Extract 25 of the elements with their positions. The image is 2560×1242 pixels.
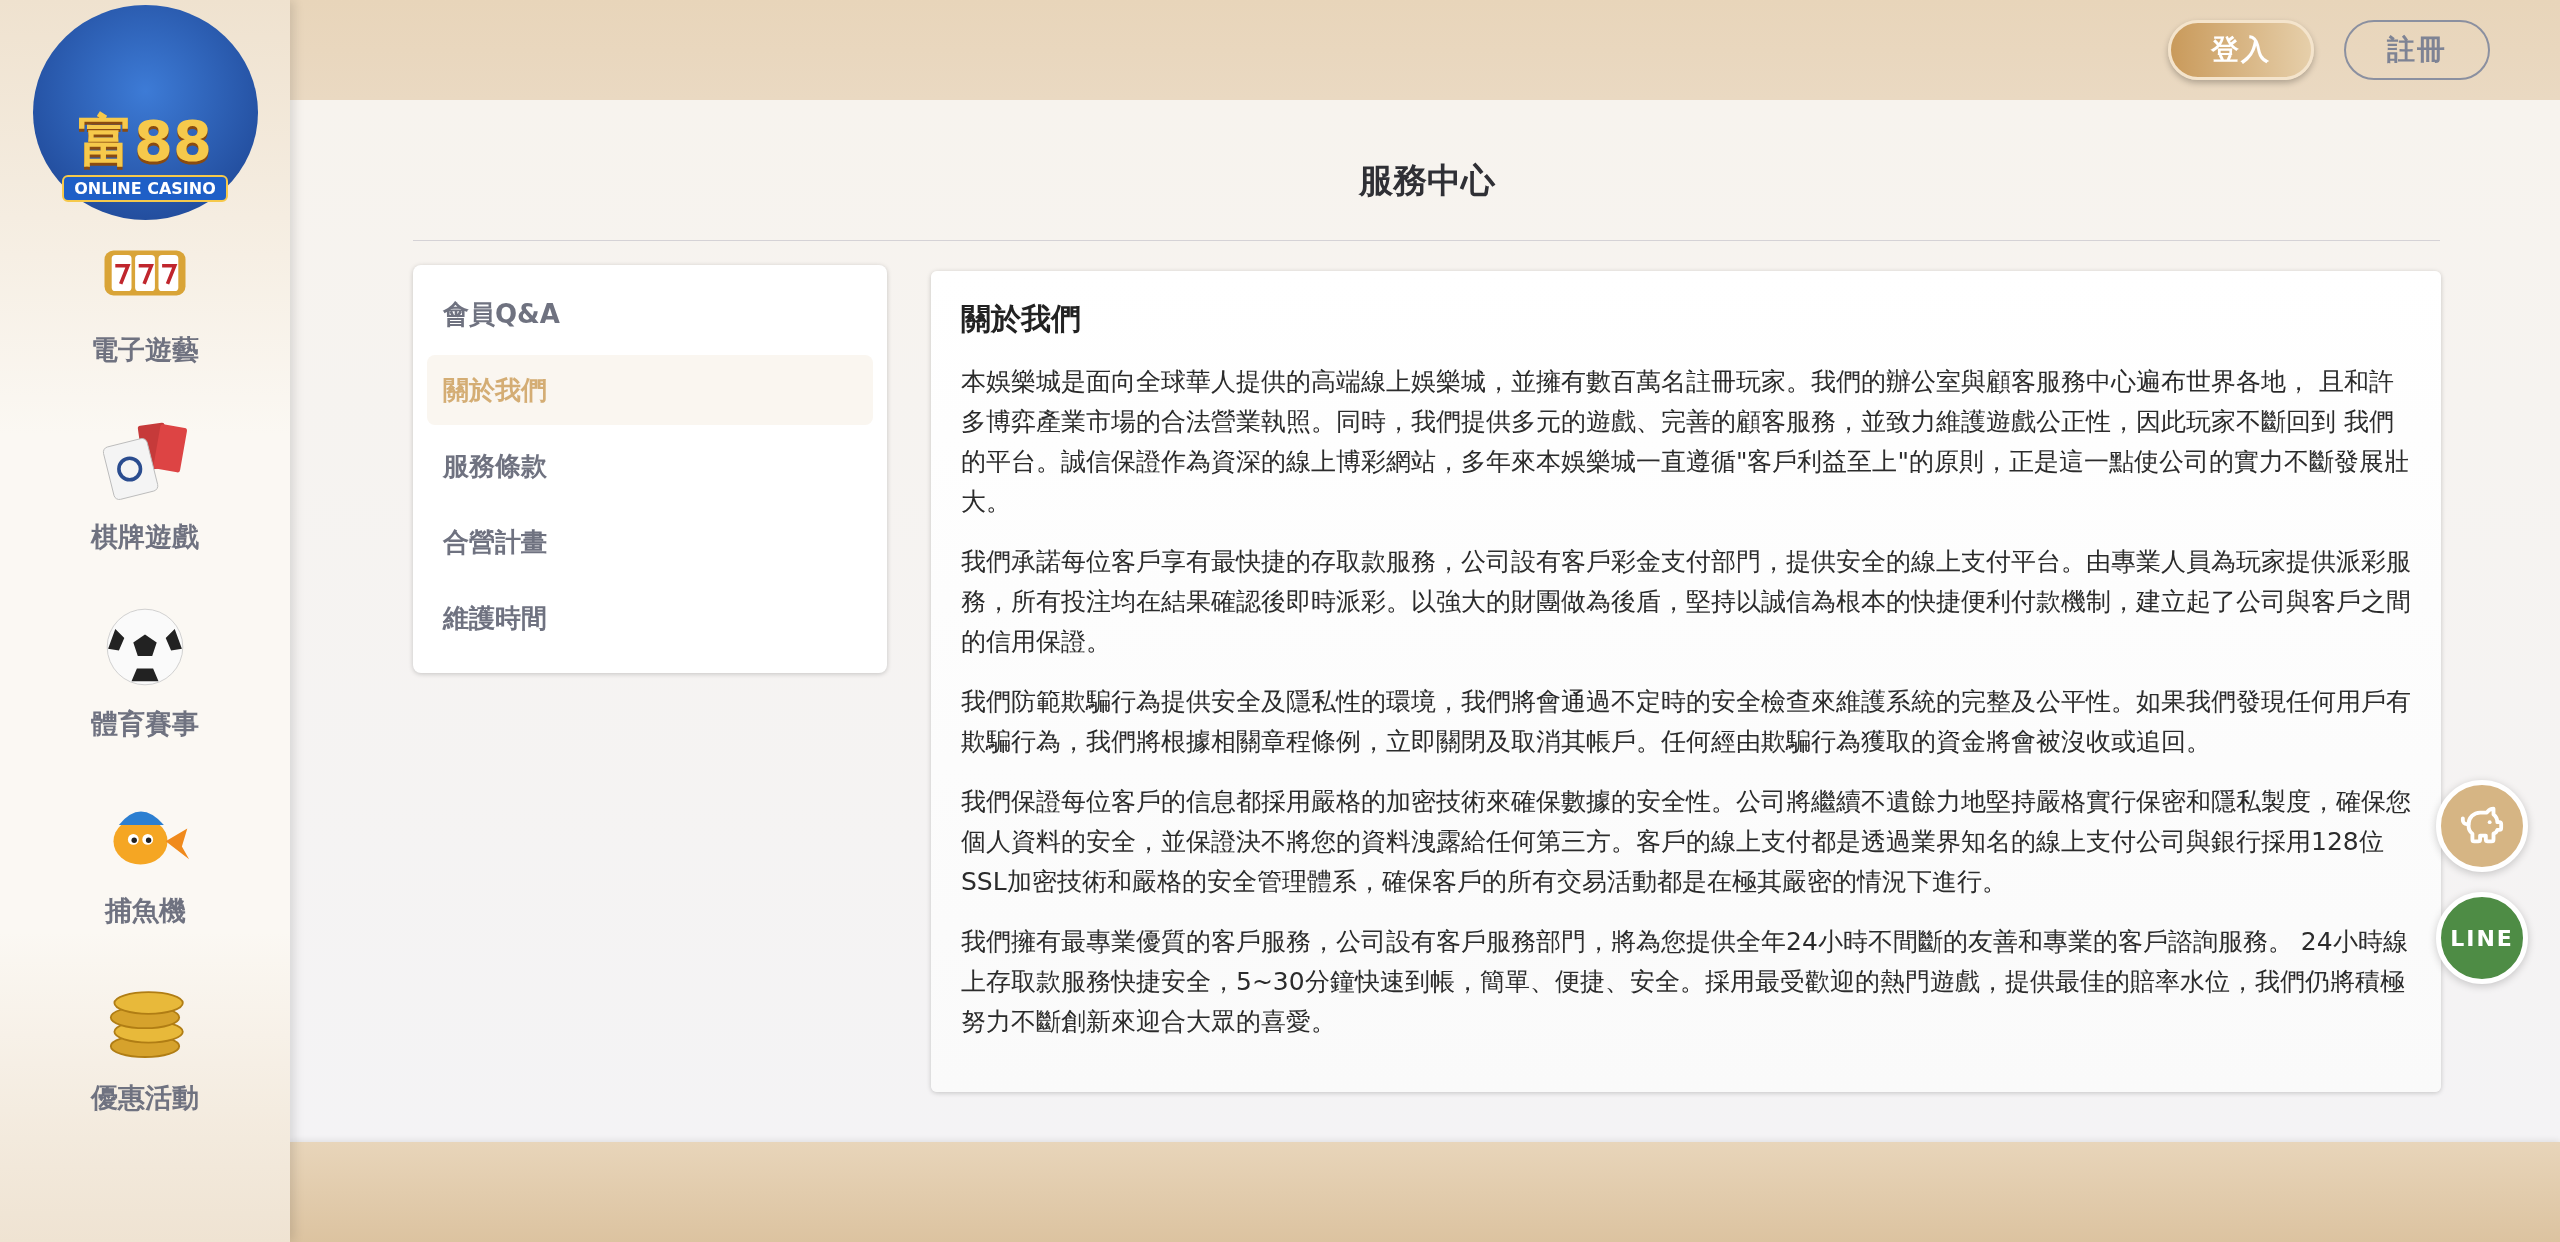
article-title: 關於我們 <box>961 300 1082 338</box>
sidebar-item[interactable]: 優惠活動 <box>91 976 199 1116</box>
menu-item[interactable]: 服務條款 <box>427 431 873 501</box>
sidebar-item-label: 優惠活動 <box>91 1081 199 1115</box>
logo-name: 富88 <box>78 113 212 169</box>
logo-tagline: ONLINE CASINO <box>62 175 228 202</box>
article-paragraph: 我們擁有最專業優質的客戶服務，公司設有客戶服務部門，將為您提供全年24小時不間斷的友善和專業的客戶諮詢服務。 24小時線上存取款服務快捷安全，5~30分鐘快速到帳，簡單、便捷、安全。採用最受歡迎的熱門遊戲，提供最佳的賠率水位，我們仍將積極努力不斷創新來迎合大眾的喜愛。 <box>961 926 2409 1038</box>
sidebar-item[interactable]: 體育賽事 <box>91 602 199 742</box>
register-button[interactable]: 註冊 <box>2344 20 2490 80</box>
article-paragraph: 我們保證每位客戶的信息都採用嚴格的加密技術來確保數據的安全性。公司將繼續不遺餘力地堅持嚴格實行保密和隱私製度，確保您個人資料的安全，並保證決不將您的資料洩露給任何第三方。客戶的線上支付都是透過業界知名的線上支付公司與銀行採用128位SSL加密技術和嚴格的安全管理體系，確保客戶的所有交易活動都是在極其嚴密的情況下進行。 <box>961 786 2412 898</box>
menu-item[interactable]: 會員Q&A <box>427 279 873 349</box>
sidebar-item[interactable]: 電子遊藝 <box>91 228 199 368</box>
sidebar-item-label: 捕魚機 <box>104 894 186 928</box>
sidebar-item[interactable]: 棋牌遊戲 <box>91 415 199 555</box>
menu-item[interactable]: 維護時間 <box>427 583 873 653</box>
article-paragraph: 我們承諾每位客戶享有最快捷的存取款服務，公司設有客戶彩金支付部門，提供安全的線上支付平台。由專業人員為玩家提供派彩服務，所有投注均在結果確認後即時派彩。以強大的財團做為後盾，堅持以誠信為根本的快捷便利付款機制，建立起了公司與客戶之間的信用保證。 <box>961 546 2412 658</box>
sidebar-item-label: 電子遊藝 <box>91 333 199 367</box>
sidebar-item[interactable]: 捕魚機 <box>95 789 195 929</box>
menu-item[interactable]: 合營計畫 <box>427 507 873 577</box>
article-paragraph: 本娛樂城是面向全球華人提供的高端線上娛樂城，並擁有數百萬名註冊玩家。我們的辦公室與顧客服務中心遍布世界各地， 且和許多博弈產業市場的合法營業執照。同時，我們提供多元的遊戲、完善的顧客服務，並致力維護遊戲公正性，因此玩家不斷回到 我們的平台。誠信保證作為資深的線上博彩網站，多年來本娛樂城一直遵循"客戶利益至上"的原則，正是這一點使公司的實力不斷發展壯大。 <box>961 366 2410 518</box>
page-title: 服務中心 <box>413 158 2440 241</box>
sidebar-item-label: 棋牌遊戲 <box>91 520 199 554</box>
article-paragraph: 我們防範欺騙行為提供安全及隱私性的環境，我們將會通過不定時的安全檢查來維護系統的完整及公平性。如果我們發現任何用戶有欺騙行為，我們將根據相關章程條例，立即關閉及取消其帳戶。任何經由欺騙行為獲取的資金將會被沒收或追回。 <box>961 686 2412 758</box>
sidebar-item-label: 體育賽事 <box>91 707 199 741</box>
casino-logo[interactable]: 富88 ONLINE CASINO <box>32 5 258 220</box>
